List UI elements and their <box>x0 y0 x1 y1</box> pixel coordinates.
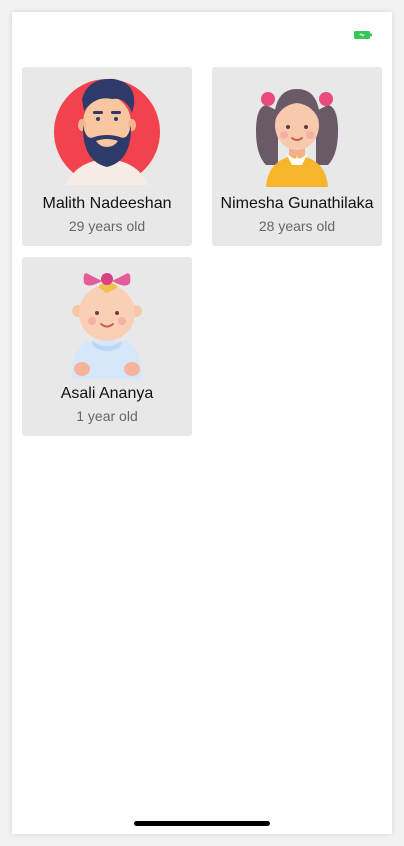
bearded-man-avatar-icon <box>52 75 162 190</box>
person-card[interactable]: Nimesha Gunathilaka 28 years old <box>212 67 382 246</box>
person-age: 29 years old <box>68 218 146 234</box>
baby-avatar-icon <box>52 265 162 380</box>
people-grid: Malith Nadeeshan 29 years old Nimesha Gu… <box>22 67 382 436</box>
person-name: Nimesha Gunathilaka <box>220 195 374 212</box>
person-name: Asali Ananya <box>60 385 154 402</box>
girl-avatar-icon <box>242 75 352 190</box>
person-age: 1 year old <box>76 408 138 424</box>
person-card[interactable]: Malith Nadeeshan 29 years old <box>22 67 192 246</box>
person-name: Malith Nadeeshan <box>42 195 172 212</box>
phone-screen: Malith Nadeeshan 29 years old Nimesha Gu… <box>12 12 392 834</box>
person-card[interactable]: Asali Ananya 1 year old <box>22 257 192 436</box>
status-bar <box>12 12 392 52</box>
home-indicator[interactable] <box>134 821 270 826</box>
person-age: 28 years old <box>258 218 336 234</box>
battery-charging-icon <box>354 31 372 39</box>
